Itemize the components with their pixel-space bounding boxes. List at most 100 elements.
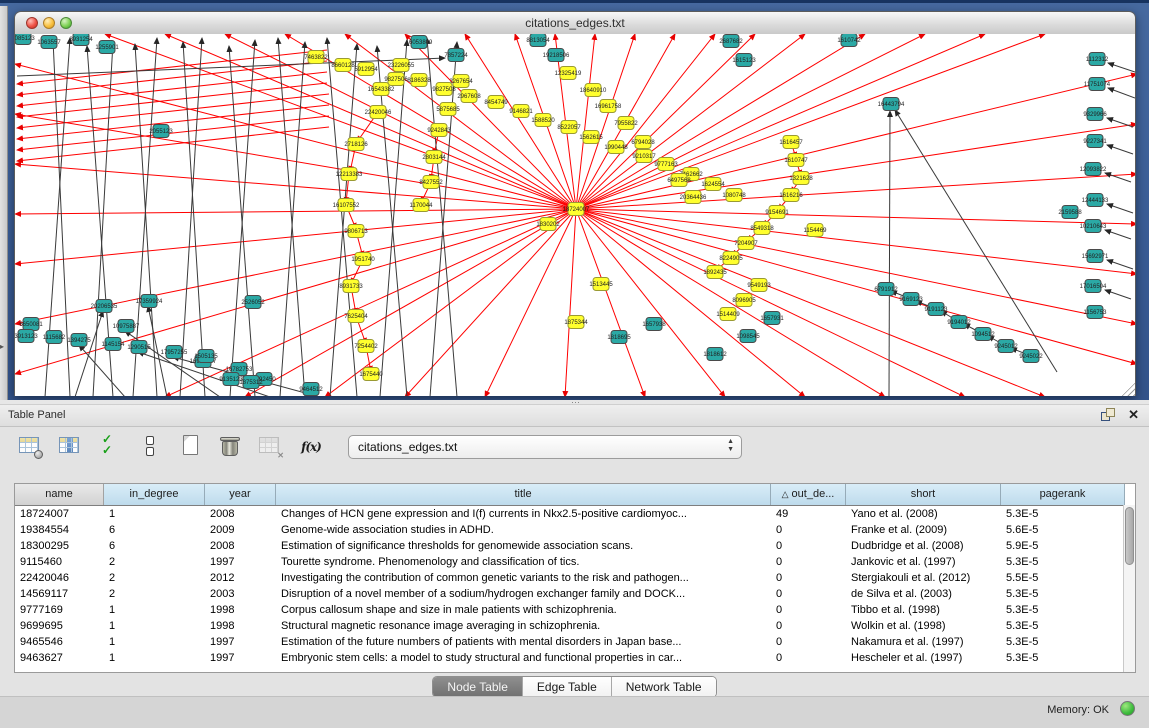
table-cell[interactable]: 1997 [205, 634, 276, 650]
graph-node[interactable]: 16053809 [406, 36, 433, 49]
table-cell[interactable]: 0 [771, 618, 846, 634]
graph-node-selected[interactable]: 7254402 [354, 340, 378, 353]
float-panel-icon[interactable] [1101, 408, 1115, 421]
table-cell[interactable]: 5.3E-5 [1001, 586, 1125, 602]
graph-node-selected[interactable]: 1675440 [359, 368, 383, 381]
graph-node[interactable]: 1112312 [1086, 53, 1109, 66]
table-cell[interactable]: 9465546 [15, 634, 104, 650]
citation-edge[interactable] [576, 209, 1136, 274]
graph-node-selected[interactable]: 8096905 [732, 294, 756, 307]
table-cell[interactable]: 18300295 [15, 538, 104, 554]
table-cell[interactable]: 1 [104, 650, 205, 666]
table-row[interactable]: 1938455462009Genome-wide association stu… [15, 522, 1135, 538]
table-row[interactable]: 969969511998Structural magnetic resonanc… [15, 618, 1135, 634]
graph-node[interactable]: 12093822 [1080, 163, 1107, 176]
table-cell[interactable]: 9699695 [15, 618, 104, 634]
graph-node[interactable]: 2526052 [241, 296, 265, 309]
column-header-title[interactable]: title [276, 484, 771, 505]
graph-node-selected[interactable]: 8549318 [750, 222, 774, 235]
table-cell[interactable]: 5.6E-5 [1001, 522, 1125, 538]
graph-node[interactable]: 11751074 [1084, 78, 1111, 91]
table-cell[interactable]: 2008 [205, 506, 276, 522]
citation-edge[interactable] [1108, 88, 1135, 98]
table-cell[interactable]: 14569117 [15, 586, 104, 602]
tab-node-table[interactable]: Node Table [433, 677, 523, 697]
graph-node[interactable]: 7857224 [444, 49, 468, 62]
graph-node[interactable]: 6650081 [19, 318, 43, 331]
citation-edge[interactable] [576, 209, 1136, 224]
graph-node[interactable]: 17016504 [1080, 280, 1107, 293]
graph-node-selected[interactable]: 9210317 [632, 150, 656, 163]
graph-node[interactable]: 1255901 [95, 41, 119, 54]
graph-node-selected[interactable]: 6794028 [631, 136, 655, 149]
table-cell[interactable]: 0 [771, 650, 846, 666]
graph-node[interactable]: 10210643 [1080, 220, 1107, 233]
citation-edge[interactable] [1107, 118, 1133, 127]
row-height-icon[interactable] [138, 435, 164, 459]
citation-edge[interactable] [576, 174, 1136, 209]
graph-node-selected[interactable]: 2718126 [344, 138, 368, 151]
graph-node[interactable]: 1818612 [703, 348, 727, 361]
graph-node[interactable]: 2687682 [719, 35, 743, 48]
graph-node[interactable]: 8931254 [69, 34, 93, 46]
graph-node[interactable]: 20206535 [91, 300, 118, 313]
graph-node-selected[interactable]: 1562615 [579, 131, 603, 144]
graph-node-selected[interactable]: 22420046 [365, 106, 392, 119]
graph-node-selected[interactable]: 1513445 [589, 278, 613, 291]
table-cell[interactable]: 0 [771, 554, 846, 570]
table-row[interactable]: 1456911722003Disruption of a novel membe… [15, 586, 1135, 602]
graph-node-selected[interactable]: 1170044 [410, 199, 434, 212]
trash-icon[interactable] [218, 435, 244, 459]
table-cell[interactable]: 22420046 [15, 570, 104, 586]
table-cell[interactable]: 2009 [205, 522, 276, 538]
graph-node-selected[interactable]: 1616216 [779, 189, 803, 202]
citation-graph[interactable]: 1872400774638228660128591295423226055982… [15, 34, 1136, 396]
table-cell[interactable]: 18724007 [15, 506, 104, 522]
graph-node-selected[interactable]: 1514409 [716, 308, 740, 321]
column-header-short[interactable]: short [846, 484, 1001, 505]
scrollbar-thumb[interactable] [1125, 507, 1134, 565]
table-cell[interactable]: Tibbo et al. (1998) [846, 602, 1001, 618]
graph-node-selected[interactable]: 7204907 [734, 237, 758, 250]
citation-edge[interactable] [15, 114, 576, 209]
table-cell[interactable]: 5.3E-5 [1001, 506, 1125, 522]
table-cell[interactable]: 1998 [205, 602, 276, 618]
graph-node[interactable]: 8813054 [526, 34, 550, 47]
table-cell[interactable]: 1 [104, 618, 205, 634]
memory-status-indicator[interactable] [1120, 701, 1135, 716]
network-window-titlebar[interactable]: citations_edges.txt [15, 12, 1135, 35]
function-builder-icon[interactable] [298, 435, 324, 459]
table-cell[interactable]: 5.3E-5 [1001, 602, 1125, 618]
graph-node[interactable]: 3913123 [15, 330, 38, 343]
graph-node[interactable]: 1818695 [607, 331, 631, 344]
citation-edge[interactable] [576, 74, 1136, 209]
graph-node-selected[interactable]: 1990448 [604, 141, 628, 154]
table-cell[interactable]: 2 [104, 586, 205, 602]
column-header-year[interactable]: year [205, 484, 276, 505]
citation-edge[interactable] [1107, 260, 1133, 269]
graph-node-selected[interactable]: 18640910 [580, 84, 607, 97]
graph-node-selected[interactable]: 9242843 [427, 124, 451, 137]
citation-edge[interactable] [576, 209, 725, 396]
table-cell[interactable]: Tourette syndrome. Phenomenology and cla… [276, 554, 771, 570]
graph-node-selected[interactable]: 2267654 [449, 75, 473, 88]
table-cell[interactable]: Dudbridge et al. (2008) [846, 538, 1001, 554]
table-cell[interactable]: 9115460 [15, 554, 104, 570]
citation-edge[interactable] [180, 38, 202, 396]
citation-edge[interactable] [165, 34, 576, 209]
table-cell[interactable]: 5.9E-5 [1001, 538, 1125, 554]
graph-node[interactable]: 1063557 [37, 36, 61, 49]
delete-table-icon[interactable] [258, 435, 284, 459]
table-cell[interactable]: 5.3E-5 [1001, 554, 1125, 570]
table-cell[interactable]: 5.3E-5 [1001, 634, 1125, 650]
show-columns-icon[interactable] [58, 435, 84, 459]
table-cell[interactable]: 2012 [205, 570, 276, 586]
graph-node-selected[interactable]: 1616457 [779, 136, 803, 149]
table-cell[interactable]: 5.3E-5 [1001, 618, 1125, 634]
column-header-pagerank[interactable]: pagerank [1001, 484, 1125, 505]
citation-edge[interactable] [576, 209, 885, 396]
citation-edge[interactable] [183, 42, 205, 396]
graph-node[interactable]: 1615123 [732, 54, 756, 67]
citation-edge[interactable] [576, 34, 1045, 209]
tab-edge-table[interactable]: Edge Table [523, 677, 612, 697]
